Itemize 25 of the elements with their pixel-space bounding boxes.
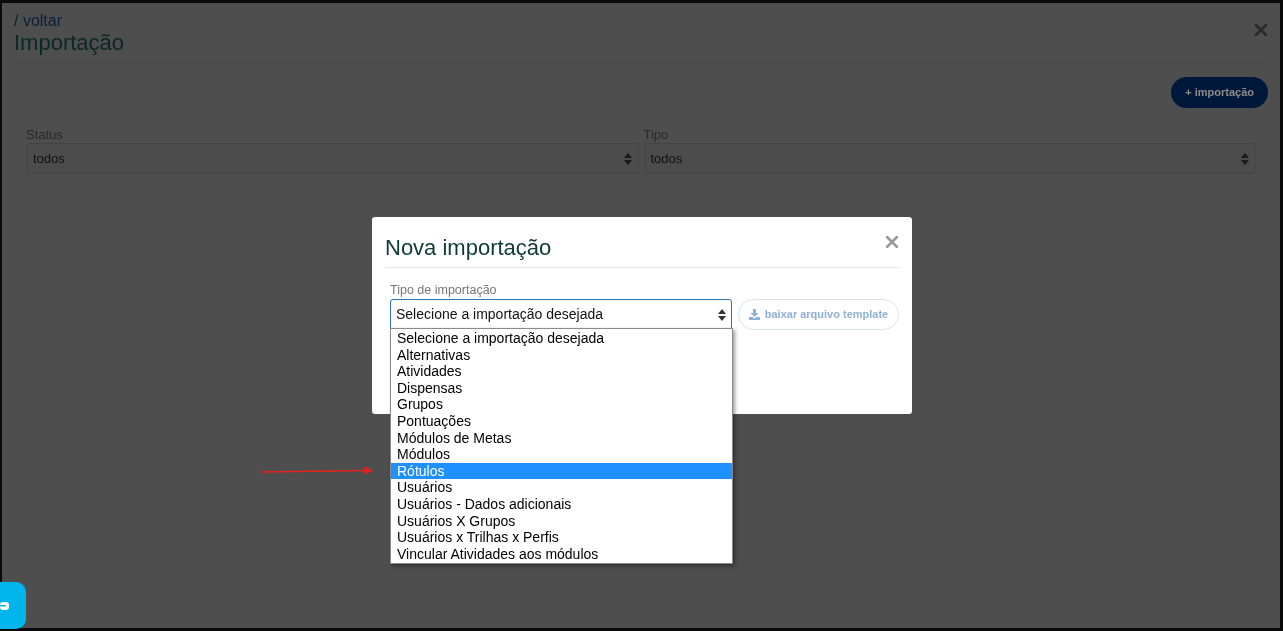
option-item[interactable]: Atividades xyxy=(391,363,732,380)
option-item[interactable]: Grupos xyxy=(391,396,732,413)
option-item[interactable]: Pontuações xyxy=(391,412,732,430)
option-item[interactable]: Módulos de Metas xyxy=(391,429,732,447)
select-arrows-icon xyxy=(1241,152,1249,165)
option-item[interactable]: Alternativas xyxy=(391,346,732,364)
dialog-title: Nova importação xyxy=(385,235,552,261)
option-item[interactable]: Selecione a importação desejada xyxy=(391,330,732,347)
option-item[interactable]: Módulos xyxy=(391,446,732,463)
option-item[interactable]: Usuários xyxy=(391,479,732,496)
option-item[interactable]: Dispensas xyxy=(391,379,732,397)
add-import-button[interactable]: + importação xyxy=(1171,77,1268,108)
page-title: Importação xyxy=(14,30,125,56)
close-icon[interactable] xyxy=(1255,24,1267,36)
close-icon[interactable] xyxy=(886,236,898,248)
select-arrows-icon xyxy=(718,308,726,321)
option-item[interactable]: Vincular Atividades aos módulos xyxy=(391,545,732,563)
field-label: Tipo de importação xyxy=(389,283,497,297)
option-item[interactable]: Usuários - Dados adicionais xyxy=(391,495,732,513)
option-item[interactable]: Usuários X Grupos xyxy=(391,512,732,530)
download-icon xyxy=(748,309,760,320)
option-item[interactable]: Usuários x Trilhas x Perfis xyxy=(391,529,732,546)
chat-icon xyxy=(0,600,10,611)
select-arrows-icon xyxy=(623,152,632,165)
chat-widget-button[interactable] xyxy=(0,582,26,629)
